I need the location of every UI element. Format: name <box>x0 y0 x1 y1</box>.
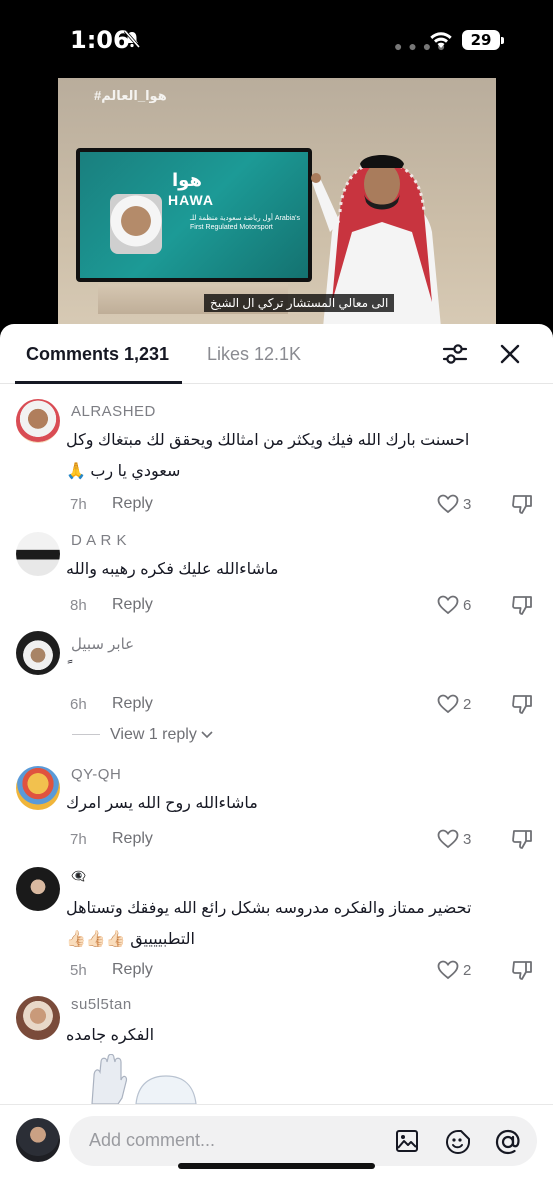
status-bar: 1:06 ● ● ● ● 29 <box>0 0 553 78</box>
battery-indicator: 29 <box>462 30 504 50</box>
like-count: 2 <box>463 962 472 979</box>
comment-input-container[interactable] <box>69 1116 537 1166</box>
wifi-icon <box>430 32 452 48</box>
comment-username[interactable]: ALRASHED <box>71 403 156 420</box>
tv-subtitle: أول رياضة سعودية منظمة للـ Arabia's Firs… <box>190 215 300 231</box>
like-count: 3 <box>463 496 472 513</box>
tv-portrait <box>110 194 162 254</box>
avatar[interactable] <box>16 399 60 443</box>
heart-icon[interactable] <box>437 494 459 514</box>
sticker-preview <box>91 1054 197 1104</box>
home-indicator <box>178 1163 375 1169</box>
reply-button[interactable]: Reply <box>112 596 153 614</box>
like-count: 3 <box>463 831 472 848</box>
emoji-icon[interactable] <box>445 1129 471 1155</box>
video-player[interactable]: #هوا_العالم هوا HAWA أول رياضة سعودية من… <box>0 78 553 338</box>
comment-time: 8h <box>70 597 87 614</box>
thumbs-down-icon[interactable] <box>511 828 533 850</box>
tv-screen: هوا HAWA أول رياضة سعودية منظمة للـ Arab… <box>76 148 312 282</box>
comment-text: الفكره جامده <box>66 1027 155 1044</box>
comment-time: 7h <box>70 496 87 513</box>
like-count: 2 <box>463 696 472 713</box>
comment-text: ماشاءالله عليك فكره رهيبه والله <box>66 561 279 578</box>
mention-icon[interactable] <box>494 1128 522 1156</box>
comment-text: ً <box>66 653 521 684</box>
comment-input[interactable] <box>89 1130 369 1151</box>
image-icon[interactable] <box>395 1129 419 1153</box>
heart-icon[interactable] <box>437 960 459 980</box>
reply-button[interactable]: Reply <box>112 830 153 848</box>
thumbs-down-icon[interactable] <box>511 594 533 616</box>
comment-text: ماشاءالله روح الله يسر امرك <box>66 795 258 812</box>
avatar[interactable] <box>16 1118 60 1162</box>
reply-button[interactable]: Reply <box>112 695 153 713</box>
tab-likes[interactable]: Likes 12.1K <box>207 344 301 365</box>
video-frame[interactable]: #هوا_العالم هوا HAWA أول رياضة سعودية من… <box>58 78 496 338</box>
avatar[interactable] <box>16 631 60 675</box>
comment-username[interactable]: D A R K <box>71 532 127 549</box>
heart-icon[interactable] <box>437 829 459 849</box>
heart-icon[interactable] <box>437 595 459 615</box>
thumbs-down-icon[interactable] <box>511 493 533 515</box>
comment-time: 5h <box>70 962 87 979</box>
comment-time: 7h <box>70 831 87 848</box>
comment-username[interactable]: su5l5tan <box>71 996 132 1013</box>
avatar[interactable] <box>16 996 60 1040</box>
tab-bar: Comments 1,231 Likes 12.1K <box>0 324 553 384</box>
comment-time: 6h <box>70 696 87 713</box>
view-replies-label: View 1 reply <box>110 726 197 743</box>
comments-sheet: Comments 1,231 Likes 12.1K ALRASHED احسن… <box>0 324 553 1200</box>
comment-input-bar <box>0 1104 553 1200</box>
avatar[interactable] <box>16 766 60 810</box>
thumbs-down-icon[interactable] <box>511 959 533 981</box>
comment-text: احسنت بارك الله فيك ويكثر من امثالك ويحق… <box>66 432 470 480</box>
reply-button[interactable]: Reply <box>112 495 153 513</box>
comment-username[interactable]: QY-QH <box>71 766 121 783</box>
tv-title: HAWA <box>168 192 214 208</box>
view-replies-button[interactable]: View 1 reply <box>72 726 213 744</box>
tv-title-ar: هوا <box>172 170 202 190</box>
reply-button[interactable]: Reply <box>112 961 153 979</box>
thumbs-down-icon[interactable] <box>511 693 533 715</box>
status-time: 1:06 <box>70 26 130 54</box>
tab-comments[interactable]: Comments 1,231 <box>26 344 169 365</box>
avatar[interactable] <box>16 532 60 576</box>
comment-text: تحضير ممتاز والفكره مدروسه بشكل رائع الل… <box>66 900 472 948</box>
filter-icon[interactable] <box>442 342 468 366</box>
like-count: 6 <box>463 597 472 614</box>
chevron-down-icon <box>201 731 213 738</box>
video-caption: الى معالي المستشار تركي ال الشيخ <box>204 294 395 312</box>
active-tab-indicator <box>15 381 182 384</box>
bell-muted-icon <box>124 30 140 48</box>
heart-icon[interactable] <box>437 694 459 714</box>
comment-username[interactable]: 👁‍🗨 <box>71 869 86 883</box>
comment-username[interactable]: عابر سبيل <box>71 635 134 653</box>
close-icon[interactable] <box>499 343 521 365</box>
video-hashtag: #هوا_العالم <box>94 88 167 103</box>
avatar[interactable] <box>16 867 60 911</box>
